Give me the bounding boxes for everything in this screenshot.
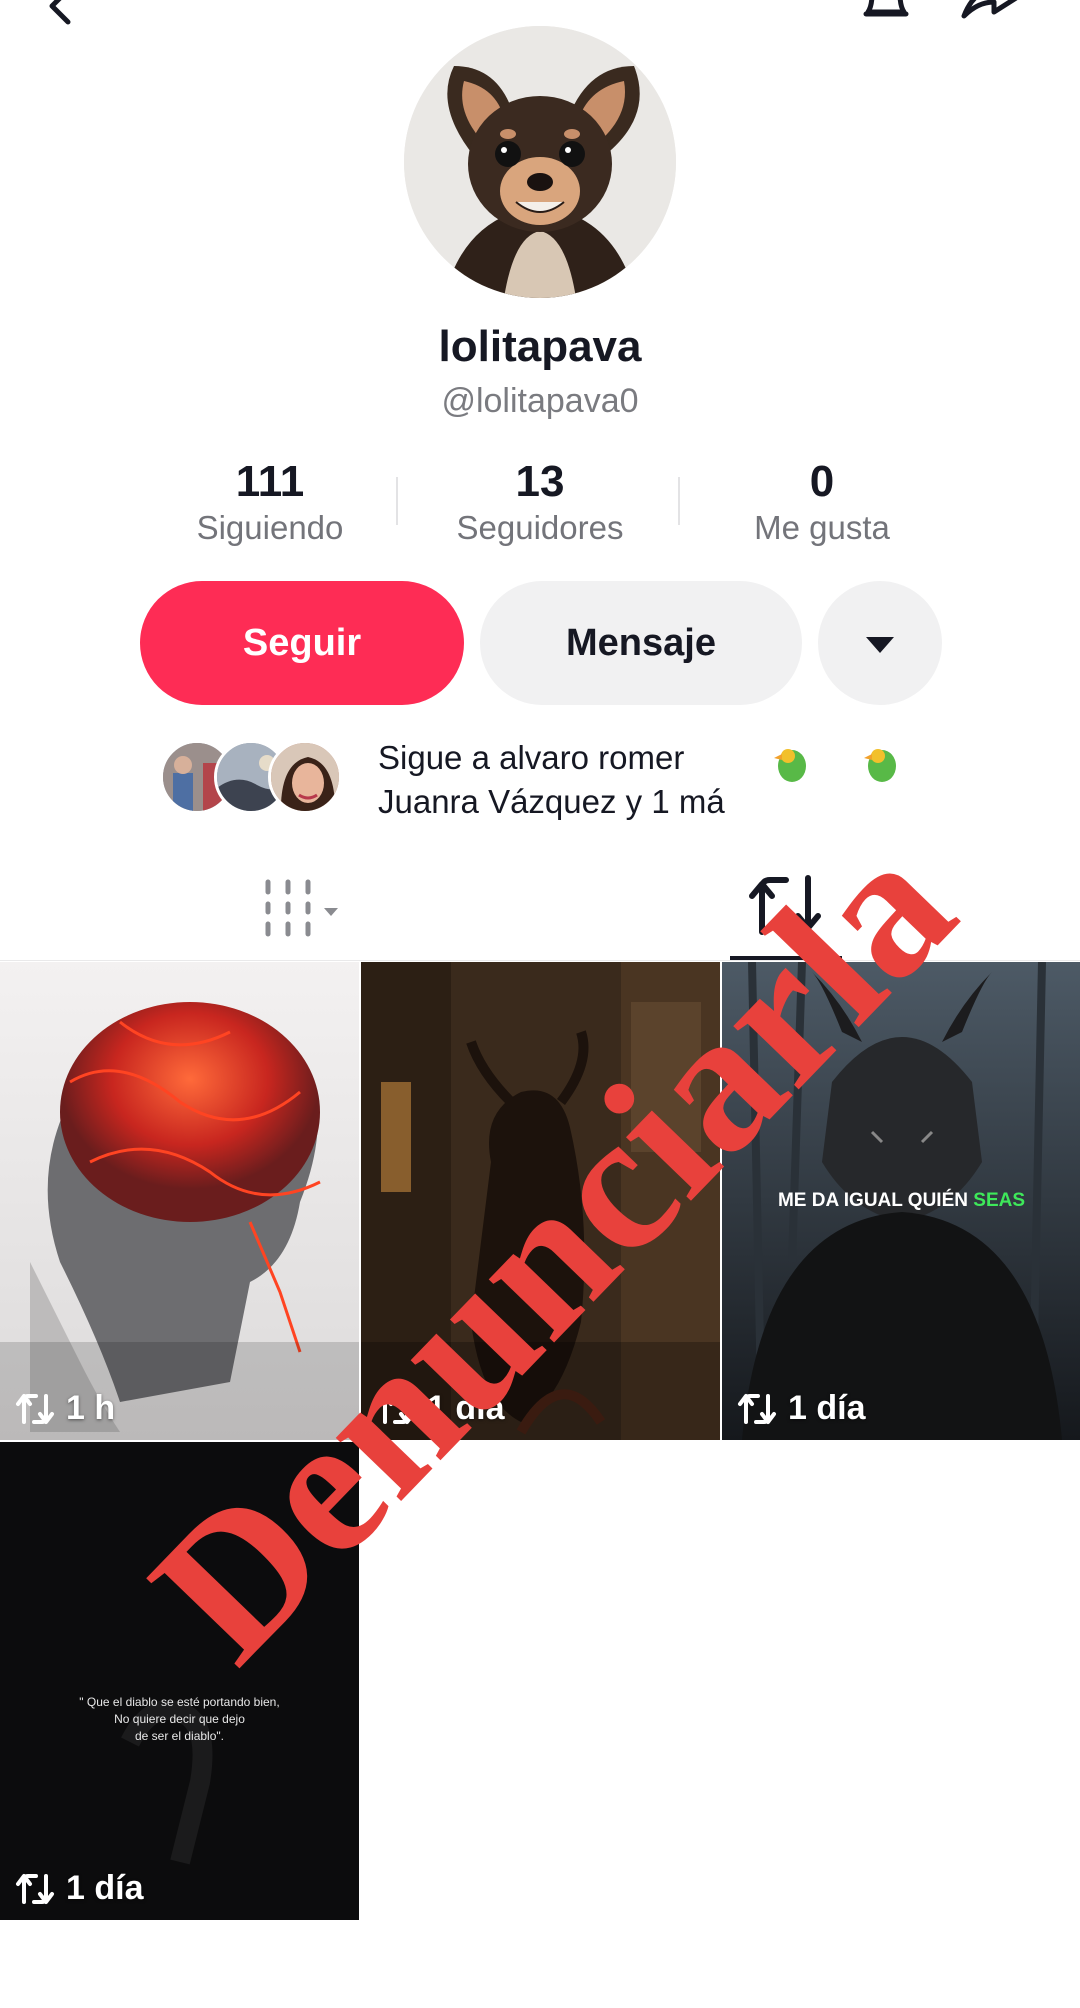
profile-stats: 111 Siguiendo 13 Seguidores 0 Me gusta bbox=[140, 455, 940, 555]
video-caption: ME DA IGUAL QUIÉN SEAS bbox=[722, 1190, 1080, 1212]
stat-following-label: Siguiendo bbox=[196, 509, 344, 546]
repost-icon bbox=[377, 1393, 415, 1424]
message-button[interactable]: Mensaje bbox=[480, 581, 802, 705]
parrot-emoji-icon bbox=[774, 749, 896, 782]
repost-icon bbox=[16, 1393, 54, 1424]
more-options-button[interactable] bbox=[818, 581, 942, 705]
video-age: 1 día bbox=[66, 1869, 144, 1907]
stat-followers[interactable]: 13 Seguidores bbox=[410, 455, 670, 547]
stat-divider bbox=[678, 477, 680, 525]
share-icon[interactable] bbox=[960, 0, 1020, 24]
stat-followers-label: Seguidores bbox=[456, 509, 624, 546]
suggested-follows[interactable]: Sigue a alvaro romer Juanra Vázquez y 1 … bbox=[160, 736, 960, 826]
stat-likes-label: Me gusta bbox=[754, 509, 890, 546]
stat-following-count: 111 bbox=[235, 457, 305, 506]
stat-following[interactable]: 111 Siguiendo bbox=[140, 455, 400, 547]
video-age: 1 día bbox=[427, 1389, 505, 1427]
follow-button[interactable]: Seguir bbox=[140, 581, 464, 705]
dog-avatar-image bbox=[404, 26, 676, 298]
video-quote: " Que el diablo se esté portando bien, N… bbox=[0, 1694, 359, 1745]
video-age: 1 h bbox=[66, 1389, 116, 1427]
reposts-tab-icon[interactable] bbox=[740, 870, 830, 940]
back-arrow-icon[interactable] bbox=[40, 0, 80, 26]
video-tile[interactable]: ME DA IGUAL QUIÉN SEAS 1 día bbox=[722, 962, 1080, 1440]
video-thumbnail bbox=[0, 1442, 359, 1920]
suggested-avatar bbox=[268, 740, 342, 814]
video-meta: 1 día bbox=[14, 1869, 143, 1908]
video-quote-line: " Que el diablo se esté portando bien, bbox=[79, 1695, 280, 1709]
video-caption-highlight: SEAS bbox=[973, 1190, 1026, 1211]
video-caption-text: ME DA IGUAL QUIÉN bbox=[777, 1190, 968, 1211]
stat-likes[interactable]: 0 Me gusta bbox=[692, 455, 952, 547]
video-quote-line: No quiere decir que dejo bbox=[114, 1712, 245, 1726]
tabs-divider bbox=[0, 960, 1080, 961]
profile-tabs bbox=[0, 860, 1080, 961]
display-name: lolitapava bbox=[438, 322, 642, 371]
video-tile[interactable]: 1 día bbox=[361, 962, 720, 1440]
bell-icon[interactable] bbox=[858, 0, 914, 26]
suggested-line-2: Juanra Vázquez y 1 má bbox=[378, 783, 725, 820]
video-quote-line: de ser el diablo". bbox=[135, 1729, 224, 1743]
video-tile[interactable]: " Que el diablo se esté portando bien, N… bbox=[0, 1442, 359, 1920]
video-thumbnail bbox=[361, 962, 720, 1440]
repost-icon bbox=[738, 1393, 776, 1424]
caret-down-icon bbox=[866, 637, 894, 653]
stat-followers-count: 13 bbox=[515, 457, 565, 506]
videos-grid-tab-icon[interactable] bbox=[250, 876, 350, 940]
video-thumbnail bbox=[0, 962, 359, 1440]
repost-icon bbox=[16, 1873, 54, 1904]
username: @lolitapava0 bbox=[441, 382, 639, 420]
video-tile[interactable]: 1 h bbox=[0, 962, 359, 1440]
stat-likes-count: 0 bbox=[809, 457, 835, 506]
video-meta: 1 h bbox=[14, 1389, 115, 1428]
video-meta: 1 día bbox=[736, 1389, 865, 1428]
video-meta: 1 día bbox=[375, 1389, 504, 1428]
video-age: 1 día bbox=[788, 1389, 866, 1427]
profile-avatar[interactable] bbox=[404, 26, 676, 298]
stat-divider bbox=[396, 477, 398, 525]
